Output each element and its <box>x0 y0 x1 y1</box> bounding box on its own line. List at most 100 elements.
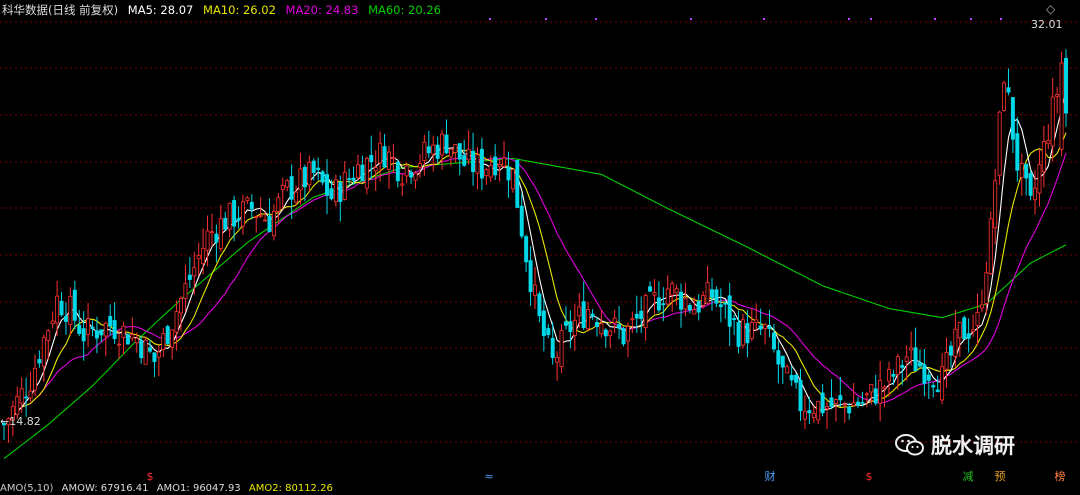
candle-body <box>878 380 883 404</box>
candle-body <box>24 396 29 399</box>
candle-body <box>656 297 661 311</box>
candle-body <box>931 385 936 388</box>
candle-body <box>1024 163 1029 179</box>
candle-body <box>1064 57 1068 114</box>
candle-body <box>493 156 498 176</box>
candle-body <box>581 301 586 329</box>
candle-body <box>975 311 980 326</box>
top-marker <box>595 18 597 20</box>
candle-body <box>745 323 750 344</box>
candle-body <box>103 322 108 337</box>
candle-body <box>833 399 838 404</box>
candle-body <box>789 375 794 381</box>
candle-body <box>665 288 670 305</box>
candle-body <box>515 159 520 208</box>
candle-body <box>369 154 374 163</box>
candle-body <box>851 402 856 406</box>
candle-body <box>413 172 418 181</box>
candle-body <box>630 318 635 321</box>
candle-body <box>1006 87 1011 93</box>
candle-body <box>1046 140 1051 144</box>
candle-body <box>117 343 122 346</box>
candle-body <box>825 406 830 410</box>
candle-body <box>586 309 591 330</box>
candle-body <box>271 210 276 237</box>
candle-body <box>360 164 365 182</box>
top-marker <box>970 18 972 20</box>
indicator-footer: AMO(5,10) AMOW: 67916.41 AMO1: 96047.93 … <box>0 483 1080 495</box>
candle-body <box>108 316 113 327</box>
candle-body <box>1015 133 1020 171</box>
candle-body <box>218 218 223 249</box>
candle-body <box>856 401 861 406</box>
candle-body <box>524 236 529 263</box>
event-marker: 榜 <box>1055 469 1066 483</box>
candle-body <box>209 231 214 234</box>
candle-body <box>754 319 759 323</box>
candle-body <box>701 295 706 306</box>
candle-body <box>887 369 891 382</box>
candle-body <box>302 166 307 188</box>
candle-body <box>590 313 595 317</box>
candle-body <box>94 330 99 339</box>
candle-body <box>794 374 799 383</box>
top-marker <box>1000 18 1002 20</box>
candle-body <box>546 328 551 335</box>
candle-body <box>46 330 51 341</box>
candle-body <box>603 329 608 337</box>
candle-body <box>86 318 91 335</box>
candle-body <box>351 177 356 182</box>
candle-body <box>652 292 657 296</box>
candle-body <box>417 163 422 168</box>
candle-body <box>926 374 931 381</box>
candle-body <box>617 324 622 329</box>
candle-body <box>488 165 493 178</box>
candle-body <box>718 304 723 308</box>
candle-body <box>780 355 785 368</box>
candle-body <box>948 345 953 356</box>
top-marker <box>690 18 692 20</box>
event-marker: ≈ <box>484 470 493 483</box>
candle-body <box>608 330 613 337</box>
candle-body <box>276 197 281 212</box>
candle-body <box>1033 187 1038 201</box>
candle-body <box>240 201 245 227</box>
candle-body <box>563 321 568 326</box>
candle-body <box>935 389 940 393</box>
candle-body <box>55 295 60 324</box>
candle-body <box>993 180 998 229</box>
event-markers: $ ≈ 财 $ 减 预 榜 <box>147 469 1066 483</box>
candle-body <box>112 320 117 340</box>
candle-body <box>705 282 710 304</box>
candle-body <box>860 401 865 404</box>
candle-body <box>625 325 630 342</box>
candle-body <box>997 111 1002 176</box>
watermark-text: 脱水调研 <box>931 434 1015 458</box>
candle-body <box>847 406 852 414</box>
candle-body <box>196 255 201 260</box>
stock-title[interactable]: 科华数据(日线 前复权) <box>2 3 118 17</box>
ma20-value: MA20: 24.83 <box>285 3 359 17</box>
candle-body <box>32 367 37 391</box>
event-marker: $ <box>866 470 873 483</box>
candle-body <box>364 158 369 189</box>
top-marker <box>870 18 872 20</box>
candle-body <box>183 283 188 299</box>
candle-body <box>816 400 821 421</box>
candle-body <box>758 325 763 330</box>
candlestick-chart: $ ≈ 财 $ 减 预 榜 <box>0 18 1080 483</box>
top-marker <box>545 18 547 20</box>
candle-body <box>258 215 263 217</box>
candle-body <box>320 171 325 183</box>
amo-indicator[interactable]: AMO(5,10) <box>0 483 53 494</box>
candle-body <box>479 148 484 179</box>
candle-body <box>289 176 294 200</box>
candle-body <box>267 215 272 233</box>
corner-icon[interactable]: ◇ <box>1046 2 1055 16</box>
candle-body <box>378 142 383 164</box>
candle-body <box>152 352 157 362</box>
candle-body <box>643 295 648 329</box>
candle-body <box>922 364 927 384</box>
candle-body <box>426 146 431 154</box>
top-marker <box>934 18 936 20</box>
